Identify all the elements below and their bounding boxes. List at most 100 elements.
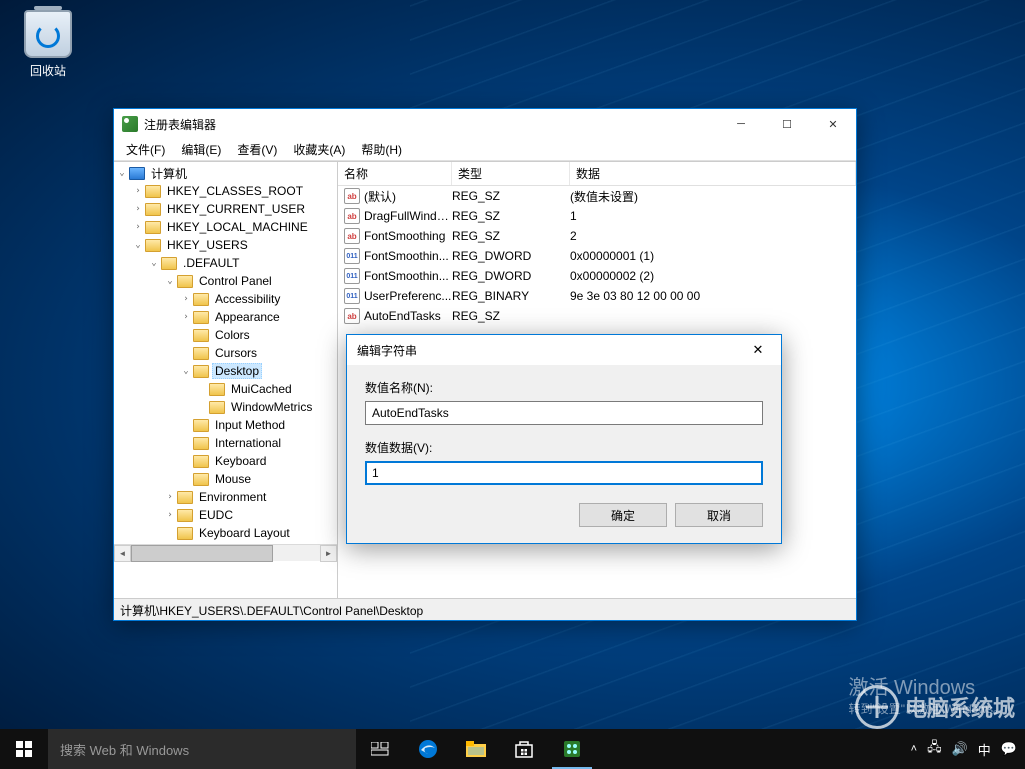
tree-default[interactable]: ⌄.DEFAULT — [116, 254, 338, 272]
folder-icon — [177, 509, 193, 522]
tree-toggle[interactable]: › — [164, 510, 176, 520]
menu-help[interactable]: 帮助(H) — [353, 139, 410, 160]
tree-label: Colors — [212, 328, 253, 342]
tree-cp-cursors[interactable]: Cursors — [116, 344, 338, 362]
minimize-button[interactable]: ─ — [718, 109, 764, 139]
value-name-input[interactable] — [365, 401, 763, 425]
taskbar-edge[interactable] — [404, 729, 452, 769]
folder-icon — [177, 491, 193, 504]
tree-hive-1[interactable]: ›HKEY_CURRENT_USER — [116, 200, 338, 218]
tree-cp-accessibility[interactable]: › Accessibility — [116, 290, 338, 308]
titlebar[interactable]: 注册表编辑器 ─ ☐ ✕ — [114, 109, 856, 139]
registry-value-row[interactable]: (默认)REG_SZ(数值未设置) — [338, 186, 856, 206]
close-button[interactable]: ✕ — [810, 109, 856, 139]
ok-button[interactable]: 确定 — [579, 503, 667, 527]
volume-icon[interactable]: 🔊 — [952, 741, 968, 757]
taskbar-file-explorer[interactable] — [452, 729, 500, 769]
tree-toggle[interactable]: › — [132, 204, 144, 214]
recycle-bin[interactable]: 回收站 — [10, 10, 86, 79]
value-type: REG_BINARY — [452, 287, 570, 305]
menubar: 文件(F) 编辑(E) 查看(V) 收藏夹(A) 帮助(H) — [114, 139, 856, 161]
registry-value-row[interactable]: FontSmoothin...REG_DWORD0x00000002 (2) — [338, 266, 856, 286]
tree-desktop-windowmetrics[interactable]: WindowMetrics — [116, 398, 338, 416]
folder-icon — [193, 455, 209, 468]
registry-value-row[interactable]: AutoEndTasksREG_SZ — [338, 306, 856, 326]
folder-icon — [193, 311, 209, 324]
notifications-icon[interactable]: 💬 — [1001, 741, 1017, 757]
folder-icon — [177, 527, 193, 540]
tray-overflow-button[interactable]: ˄ — [911, 743, 917, 755]
maximize-button[interactable]: ☐ — [764, 109, 810, 139]
value-type: REG_SZ — [452, 187, 570, 205]
tree-control-panel[interactable]: ⌄Control Panel — [116, 272, 338, 290]
tree-eudc[interactable]: ›EUDC — [116, 506, 338, 524]
tree-cp-desktop[interactable]: ⌄Desktop — [116, 362, 338, 380]
logo-circle-icon — [855, 685, 899, 729]
menu-view[interactable]: 查看(V) — [229, 139, 285, 160]
tree-toggle[interactable]: › — [180, 312, 192, 322]
tree-cp-colors[interactable]: Colors — [116, 326, 338, 344]
tree-toggle[interactable]: ⌄ — [180, 366, 192, 376]
tree-label: 计算机 — [148, 165, 190, 182]
taskbar-regedit[interactable] — [548, 729, 596, 769]
tree-cp-keyboard[interactable]: Keyboard — [116, 452, 338, 470]
registry-value-row[interactable]: DragFullWindo...REG_SZ1 — [338, 206, 856, 226]
start-button[interactable] — [0, 729, 48, 769]
col-header-name[interactable]: 名称 — [338, 162, 452, 185]
string-value-icon — [344, 228, 360, 244]
value-name: FontSmoothing — [364, 227, 452, 245]
folder-icon — [145, 221, 161, 234]
folder-icon — [193, 347, 209, 360]
tree-label: HKEY_CLASSES_ROOT — [164, 184, 306, 198]
tree-hive-0[interactable]: › HKEY_CLASSES_ROOT — [116, 182, 338, 200]
tree-hscrollbar[interactable]: ◄ ► — [114, 544, 337, 561]
tree-cp-input-method[interactable]: Input Method — [116, 416, 338, 434]
task-view-button[interactable] — [356, 729, 404, 769]
registry-value-row[interactable]: FontSmoothin...REG_DWORD0x00000001 (1) — [338, 246, 856, 266]
taskbar: 搜索 Web 和 Windows ˄ 🖧 🔊 中 💬 — [0, 729, 1025, 769]
tree-toggle[interactable]: ⌄ — [116, 168, 128, 178]
menu-file[interactable]: 文件(F) — [118, 139, 173, 160]
tree-cp-international[interactable]: International — [116, 434, 338, 452]
tree-keyboard-layout[interactable]: Keyboard Layout — [116, 524, 338, 542]
registry-value-row[interactable]: UserPreferenc...REG_BINARY9e 3e 03 80 12… — [338, 286, 856, 306]
tree-cp-appearance[interactable]: ›Appearance — [116, 308, 338, 326]
tree-desktop-muicached[interactable]: MuiCached — [116, 380, 338, 398]
tree-root[interactable]: ⌄ 计算机 — [116, 164, 338, 182]
ime-icon[interactable]: 中 — [978, 740, 991, 759]
tree-toggle[interactable]: › — [164, 492, 176, 502]
tree-label: Keyboard — [212, 454, 269, 468]
tree-panel[interactable]: ⌄ 计算机 › HKEY_CLASSES_ROOT ›HKEY_CURRENT_USER… — [114, 162, 338, 598]
tree-toggle[interactable]: ⌄ — [148, 258, 160, 268]
menu-favorites[interactable]: 收藏夹(A) — [285, 139, 353, 160]
col-header-type[interactable]: 类型 — [452, 162, 570, 185]
network-icon[interactable]: 🖧 — [927, 738, 942, 760]
system-tray: ˄ 🖧 🔊 中 💬 — [903, 729, 1025, 769]
scroll-right-button[interactable]: ► — [320, 545, 337, 562]
tree-hive-3[interactable]: ⌄HKEY_USERS — [116, 236, 338, 254]
tree-label: Accessibility — [212, 292, 283, 306]
scroll-left-button[interactable]: ◄ — [114, 545, 131, 562]
dialog-title: 编辑字符串 — [357, 342, 417, 359]
binary-value-icon — [344, 248, 360, 264]
registry-value-row[interactable]: FontSmoothingREG_SZ2 — [338, 226, 856, 246]
tree-toggle[interactable]: ⌄ — [132, 240, 144, 250]
tree-toggle[interactable]: ⌄ — [164, 276, 176, 286]
value-name: AutoEndTasks — [364, 307, 452, 325]
tree-toggle[interactable]: › — [180, 294, 192, 304]
tree-toggle[interactable]: › — [132, 186, 144, 196]
tree-hive-2[interactable]: ›HKEY_LOCAL_MACHINE — [116, 218, 338, 236]
tree-toggle[interactable]: › — [132, 222, 144, 232]
tree-label: WindowMetrics — [228, 400, 315, 414]
taskbar-search[interactable]: 搜索 Web 和 Windows — [48, 729, 356, 769]
value-data-label: 数值数据(V): — [365, 439, 763, 456]
value-data-input[interactable] — [365, 461, 763, 485]
tree-cp-mouse[interactable]: Mouse — [116, 470, 338, 488]
taskbar-store[interactable] — [500, 729, 548, 769]
dialog-close-button[interactable]: ✕ — [735, 335, 781, 365]
tree-environment[interactable]: ›Environment — [116, 488, 338, 506]
dialog-titlebar[interactable]: 编辑字符串 ✕ — [347, 335, 781, 365]
menu-edit[interactable]: 编辑(E) — [173, 139, 229, 160]
cancel-button[interactable]: 取消 — [675, 503, 763, 527]
col-header-data[interactable]: 数据 — [570, 162, 856, 185]
